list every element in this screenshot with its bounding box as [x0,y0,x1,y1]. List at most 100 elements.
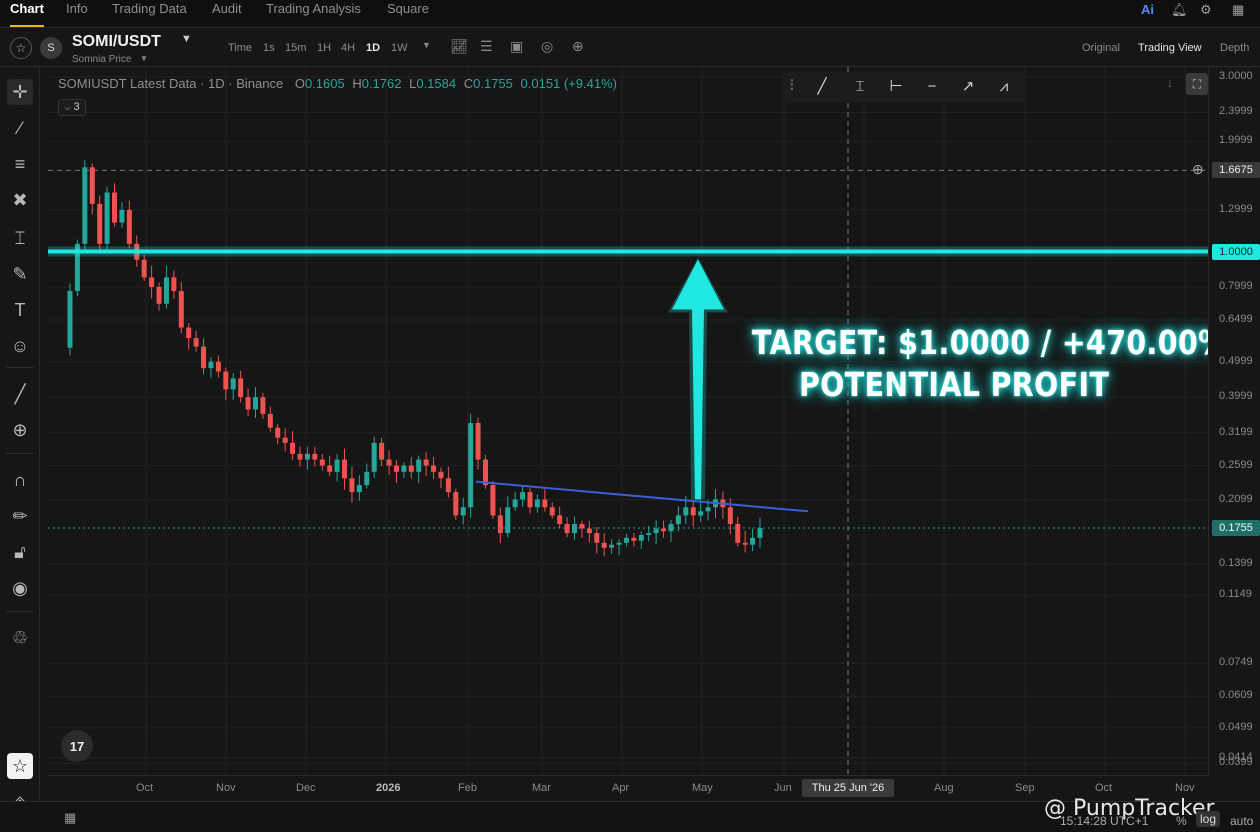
candle-body [312,453,318,460]
subtitle-chevron-down-icon[interactable]: ▼ [140,54,148,63]
symbol-title[interactable]: SOMI/USDT [72,33,161,51]
interval-time[interactable]: Time [228,42,252,54]
camera-icon[interactable]: ▣ [510,38,523,55]
candle-body [260,397,266,414]
bell-icon[interactable]: 🔔︎ [1171,2,1188,18]
candle-body [468,422,474,508]
ai-button[interactable]: Ai [1141,2,1154,17]
date-range-icon[interactable]: ⊢ [883,76,909,98]
candle-body [334,459,340,472]
layout-icon[interactable]: ▦ [1232,2,1244,18]
tab-trading-data[interactable]: Trading Data [112,1,187,16]
ruler-icon[interactable]: ╱ [7,381,33,407]
candle-body [163,277,169,304]
interval-more-chevron-down-icon[interactable]: ▼ [422,40,431,50]
interval-1s[interactable]: 1s [263,42,275,54]
candle-body [653,528,659,534]
zoom-in-icon[interactable]: ⊕ [7,417,33,443]
favorite-star-icon[interactable]: ☆ [10,37,32,59]
indicator-toggle[interactable]: ⌵ 3 [58,99,86,116]
interval-15m[interactable]: 15m [285,42,306,54]
horizontal-ray-icon[interactable]: − [919,76,945,98]
target-price-label: 1.0000 [1212,243,1260,260]
replay-icon[interactable]: ◎ [541,38,553,55]
lock-icon[interactable]: 🔓︎ [7,539,33,565]
eye-icon[interactable]: ◉ [7,575,33,601]
view-trading-view[interactable]: Trading View [1138,42,1202,54]
scroll-down-icon[interactable]: ↓ [1160,76,1180,94]
price-tick-label: 0.0414 [1219,750,1253,763]
lock-drawing-icon[interactable]: ✏ [7,503,33,529]
symbol-dropdown-chevron-down-icon[interactable]: ▼ [181,33,192,45]
extended-line-icon[interactable]: ↗ [955,76,981,98]
chart-type-icon[interactable]: ☰ [480,38,493,55]
chart-area[interactable]: 17 [48,67,1208,775]
brush-icon[interactable]: ✎ [7,261,33,287]
crosshair-icon[interactable]: ✛ [7,79,33,105]
trash-icon[interactable]: ♲ [7,625,33,651]
indicators-icon[interactable]: 📈︎ [450,38,468,55]
crosshair-price-label: 1.6675 [1212,162,1260,179]
candle-body [690,507,696,516]
candle-body [609,544,615,548]
time-tick-label: Sep [1015,782,1035,794]
candle-body [431,465,437,472]
text-icon[interactable]: T [7,297,33,323]
candle-body [304,453,310,460]
line-tool-icon[interactable]: ╱ [809,76,835,98]
calendar-icon[interactable]: ▦ [64,810,76,826]
trend-line-icon[interactable]: ∕ [7,115,33,141]
candle-body [89,167,95,204]
interval-1h[interactable]: 1H [317,42,331,54]
candle-body [534,499,540,508]
view-depth[interactable]: Depth [1220,42,1249,54]
price-range-icon[interactable]: ⌶ [847,76,873,98]
interval-1w[interactable]: 1W [391,42,408,54]
symbol-subtitle: Somnia Price [72,54,132,65]
price-tick-label: 0.0609 [1219,689,1253,702]
candle-body [594,533,600,543]
log-toggle[interactable]: log [1196,811,1221,827]
candle-body [252,397,258,410]
tab-info[interactable]: Info [66,1,88,16]
magnet-icon[interactable]: ∩ [7,467,33,493]
candle-body [668,524,674,532]
fullscreen-icon[interactable]: ⛶ [1186,73,1208,95]
tab-chart[interactable]: Chart [10,1,44,27]
candle-body [683,507,689,516]
pattern-icon[interactable]: ✖ [7,187,33,213]
candle-body [201,346,207,369]
interval-4h[interactable]: 4H [341,42,355,54]
legend-title: SOMIUSDT Latest Data · 1D · Binance [58,76,284,91]
pattern-tool-icon[interactable]: ⩘ [991,76,1017,98]
tab-trading-analysis[interactable]: Trading Analysis [266,1,361,16]
percent-toggle[interactable]: % [1176,814,1187,828]
tab-audit[interactable]: Audit [212,1,242,16]
time-tick-label: Nov [216,782,236,794]
crosshair-date-label: Thu 25 Jun '26 [802,779,894,797]
candle-body [97,203,103,244]
add-icon[interactable]: ⊕ [572,38,584,55]
settings-icon[interactable]: ⚙ [1200,2,1212,18]
target-annotation-line2: POTENTIAL PROFIT [799,365,1110,404]
add-alert-plus-icon[interactable]: ⊕ [1192,161,1204,178]
auto-toggle[interactable]: auto [1230,814,1253,828]
candle-body [557,515,563,525]
time-axis[interactable]: Oct Nov Dec 2026 Feb Mar Apr May Jun Aug Sep Oct Nov… [48,775,1208,801]
price-tick-label: 2.3999 [1219,105,1253,118]
price-axis[interactable]: 3.0000 2.3999 1.9999 1.2999 0.7999 0.6499 0.49… [1208,67,1260,775]
emoji-icon[interactable]: ☺ [7,333,33,359]
drawing-tools-sidebar: ✛ ∕ ≡ ✖ ⌶ ✎ T ☺ ╱ ⊕ ∩ ✏ 🔓︎ ◉ ♲ ☆ ◈ [0,67,40,832]
legend-change: 0.0151 (+9.41%) [520,76,617,91]
horizontal-lines-icon[interactable]: ≡ [7,151,33,177]
drag-handle-icon[interactable]: ⠇ [787,76,801,98]
candle-body [727,507,733,525]
price-chart[interactable]: 17 [48,67,1208,775]
interval-1d[interactable]: 1D [366,42,380,54]
favorites-star-icon[interactable]: ☆ [7,753,33,779]
tab-square[interactable]: Square [387,1,429,16]
measure-icon[interactable]: ⌶ [7,225,33,251]
candle-body [208,361,214,369]
view-original[interactable]: Original [1082,42,1120,54]
candle-body [156,287,162,304]
